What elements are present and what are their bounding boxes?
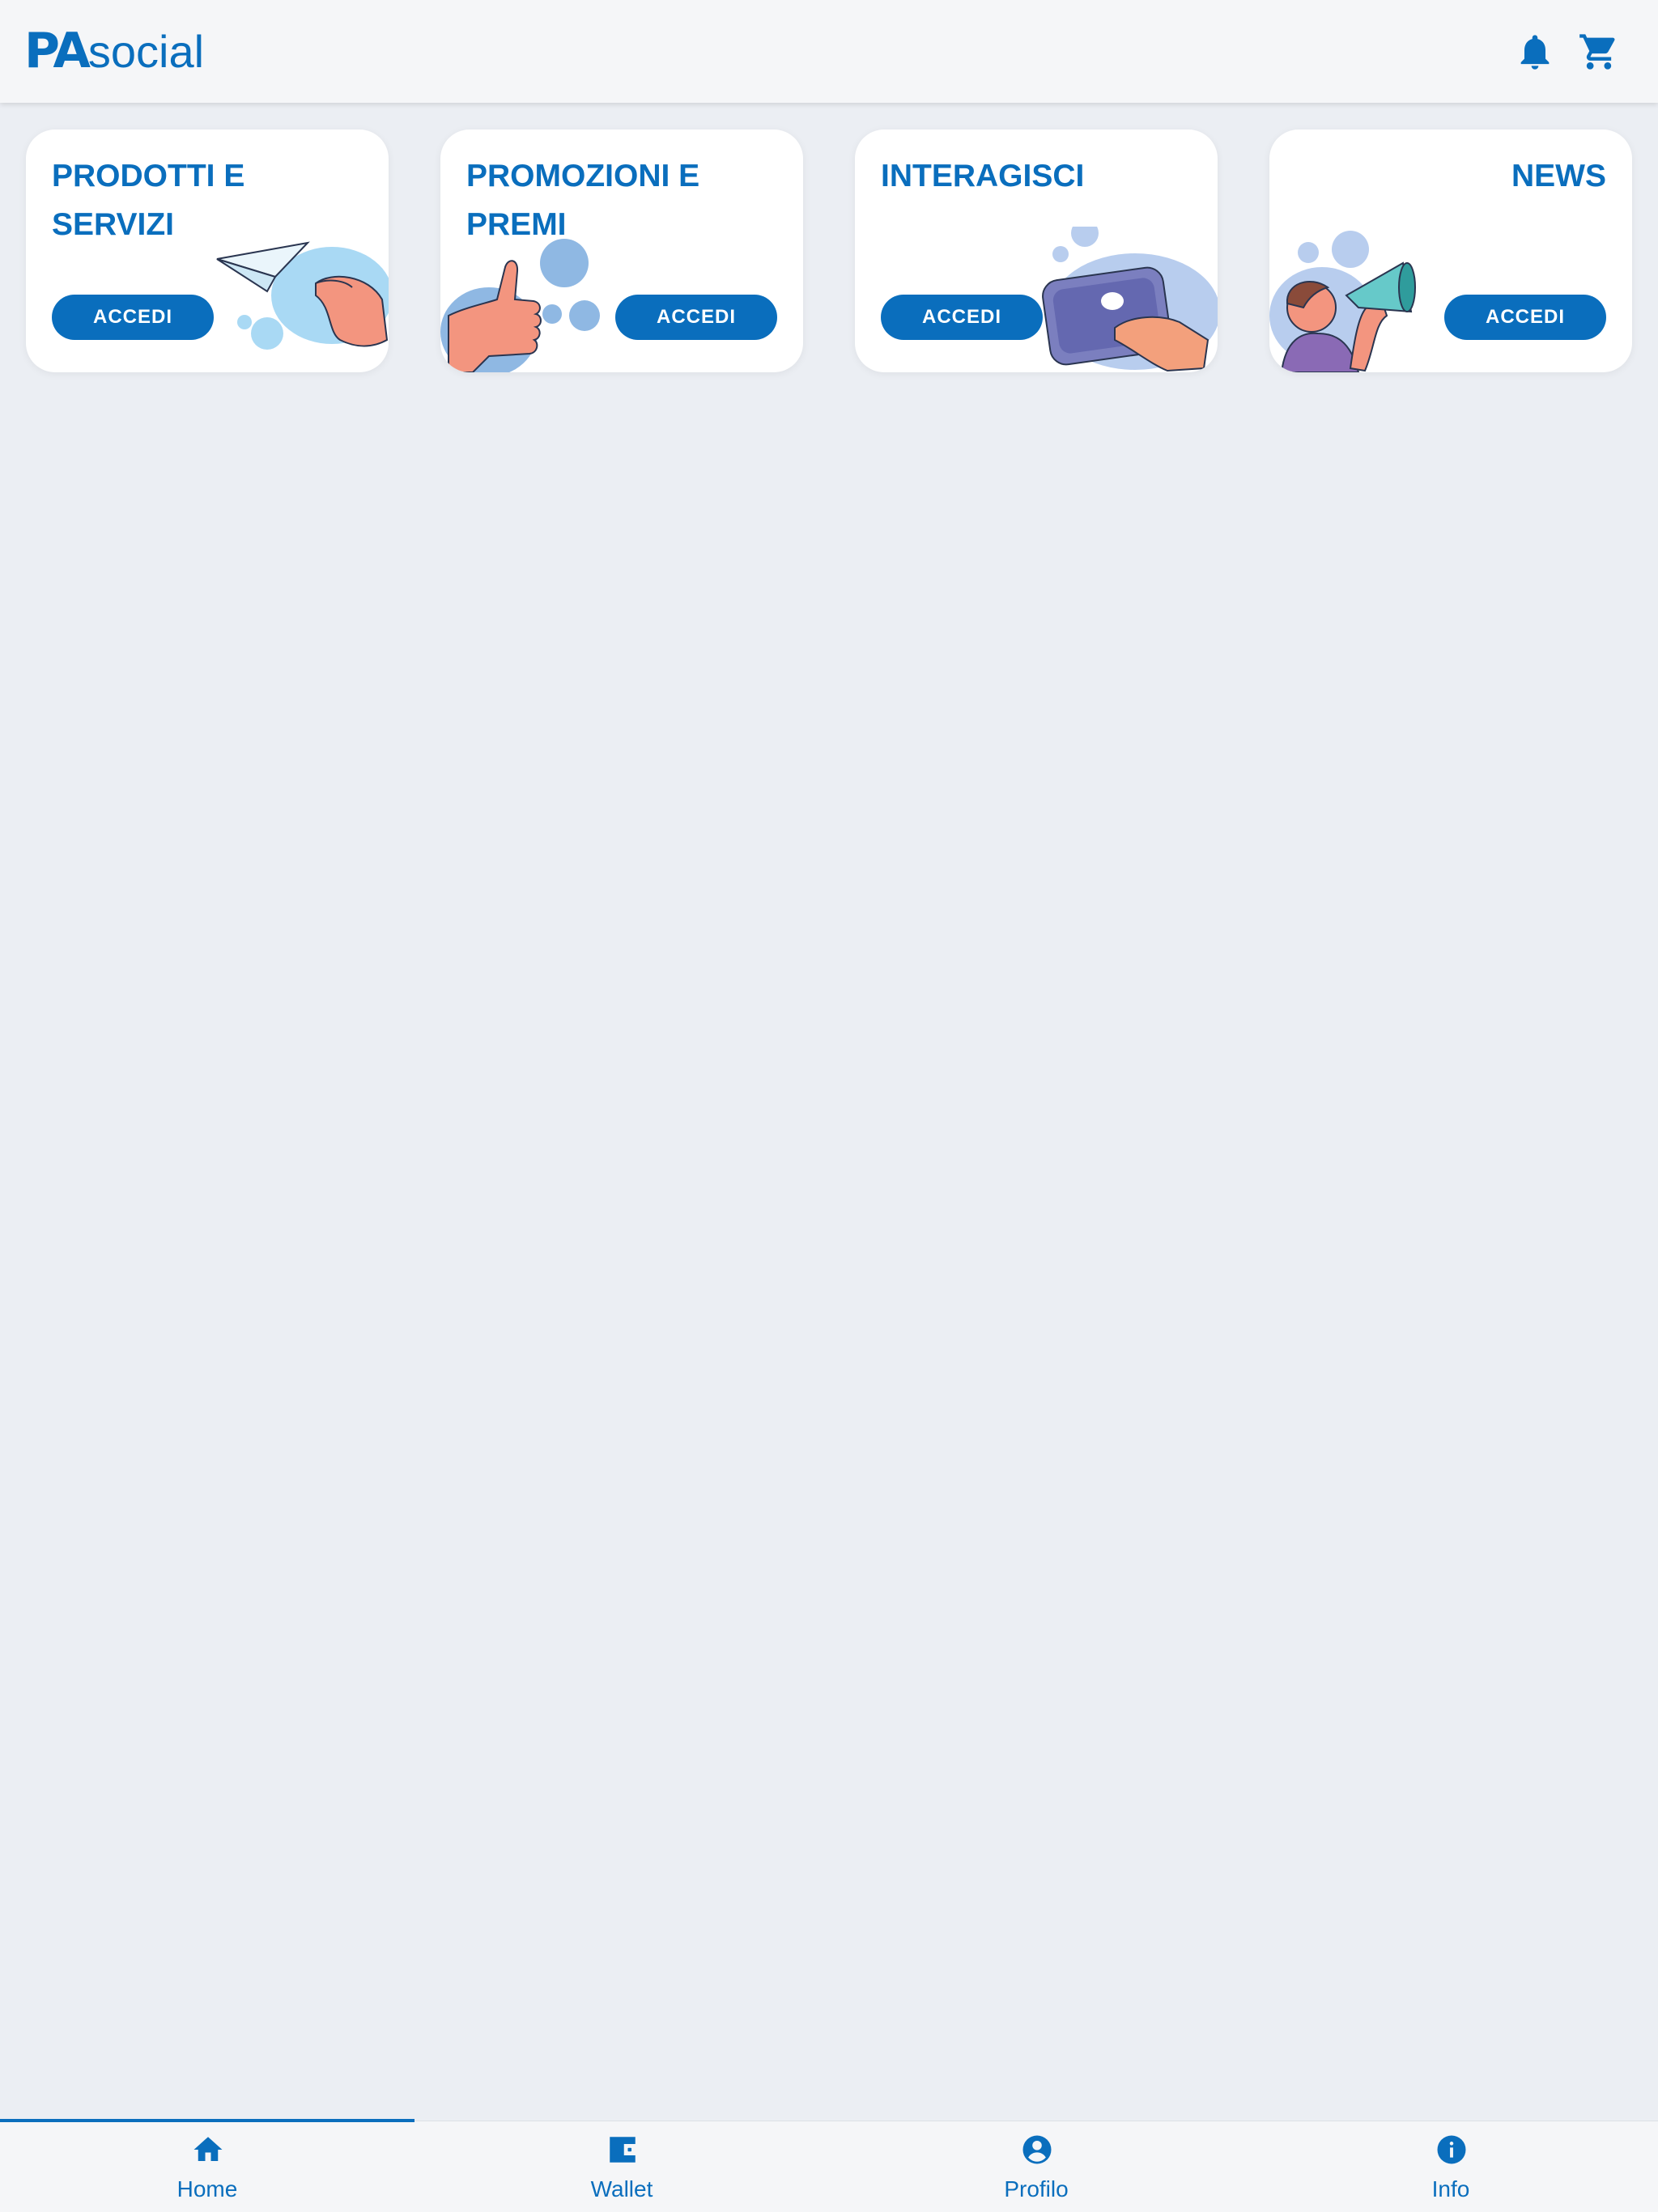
accedi-button[interactable]: ACCEDI [52, 295, 214, 340]
card-interagisci[interactable]: INTERAGISCI ACCEDI [855, 129, 1218, 372]
nav-item-wallet[interactable]: Wallet [414, 2121, 829, 2212]
thumbs-up-illustration [440, 227, 635, 372]
accedi-button[interactable]: ACCEDI [1444, 295, 1606, 340]
cart-icon[interactable] [1578, 31, 1620, 73]
logo-social: social [87, 26, 205, 77]
bell-icon[interactable] [1514, 31, 1556, 73]
megaphone-person-illustration [1269, 227, 1464, 372]
nav-item-info[interactable]: Info [1244, 2121, 1658, 2212]
app-header: PAsocial [0, 0, 1658, 103]
logo-pa: PA [24, 23, 91, 79]
card-news[interactable]: NEWS ACCEDI [1269, 129, 1632, 372]
app-logo: PAsocial [24, 23, 204, 79]
accedi-button[interactable]: ACCEDI [615, 295, 777, 340]
wallet-icon [606, 2133, 640, 2167]
info-icon [1435, 2133, 1469, 2167]
nav-label: Home [176, 2176, 238, 2201]
card-title: NEWS [1511, 159, 1606, 193]
bottom-navigation: Home Wallet Profilo Info [0, 2119, 1658, 2212]
nav-label: Wallet [590, 2176, 653, 2201]
nav-item-home[interactable]: Home [0, 2121, 414, 2212]
card-prodotti-servizi[interactable]: PRODOTTI E SERVIZI ACCEDI [26, 129, 389, 372]
card-title: INTERAGISCI [881, 159, 1085, 193]
card-promozioni-premi[interactable]: PROMOZIONI E PREMI ACCEDI [440, 129, 803, 372]
profile-icon [1020, 2133, 1054, 2167]
home-icon [191, 2133, 225, 2167]
paper-plane-hand-illustration [194, 227, 389, 372]
accedi-button[interactable]: ACCEDI [881, 295, 1043, 340]
tablet-hand-illustration [1030, 227, 1218, 372]
nav-item-profilo[interactable]: Profilo [829, 2121, 1244, 2212]
nav-label: Info [1431, 2176, 1470, 2201]
nav-label: Profilo [1004, 2176, 1069, 2201]
